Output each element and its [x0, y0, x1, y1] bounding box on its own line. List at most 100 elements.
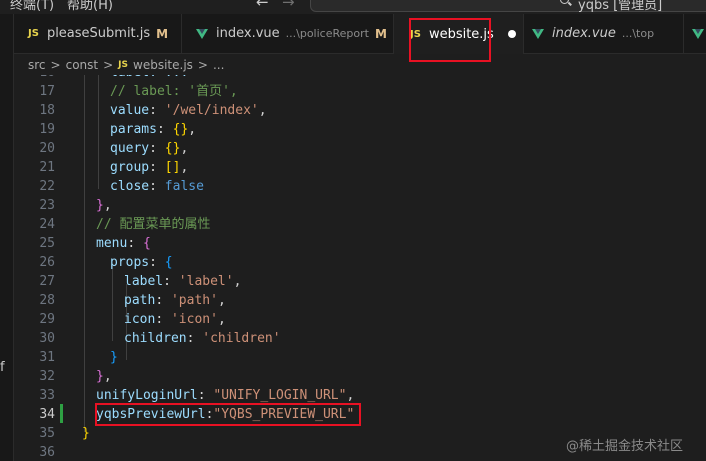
line-number: 22: [39, 179, 55, 194]
tab-label: index.vue: [216, 26, 280, 41]
breadcrumb-item-file[interactable]: website.js: [133, 58, 193, 72]
editor-tab-bar: JS pleaseSubmit.js M index.vue ...\polic…: [14, 14, 706, 54]
code-token: :: [127, 236, 143, 251]
line-number: 23: [39, 198, 55, 213]
unsaved-dot-icon[interactable]: [507, 30, 516, 38]
code-token: close: [110, 179, 150, 194]
code-token: {: [142, 236, 151, 251]
breadcrumb-item-src[interactable]: src: [28, 58, 46, 72]
code-token: 'label': [178, 274, 234, 289]
code-token: :: [186, 331, 203, 346]
code-line[interactable]: 17 // label: '首页',: [14, 82, 706, 101]
line-number: 25: [39, 236, 55, 251]
line-number: 17: [39, 84, 55, 99]
code-line[interactable]: 24 // 配置菜单的属性: [14, 215, 706, 234]
code-line[interactable]: 16 label: ...: [14, 75, 706, 82]
code-token: :: [197, 388, 214, 403]
tab-index-vue-top[interactable]: index.vue ...\top: [524, 14, 684, 53]
code-token: ,: [258, 103, 267, 118]
watermark: @稀土掘金技术社区: [566, 439, 684, 454]
code-line[interactable]: 28 path: 'path',: [14, 291, 706, 310]
code-token: :: [155, 312, 171, 327]
code-line[interactable]: 20 query: {},: [14, 139, 706, 158]
code-text: icon: 'icon',: [124, 310, 226, 329]
line-number: 27: [39, 274, 55, 289]
code-text: menu: {: [96, 234, 151, 253]
code-token: 'children': [202, 331, 281, 346]
code-token: ,: [103, 369, 112, 384]
line-number: 18: [39, 103, 55, 118]
code-text: label: ...: [110, 75, 188, 82]
menu-help[interactable]: 帮助(H): [67, 0, 113, 13]
line-number: 29: [39, 312, 55, 327]
code-text: props: {: [110, 253, 173, 272]
code-token: :: [155, 293, 171, 308]
code-token: ,: [180, 160, 189, 175]
annotation-box-line: [95, 403, 361, 426]
line-number: 19: [39, 122, 55, 137]
code-token: props: [110, 255, 150, 270]
code-token: label: ...: [110, 75, 188, 80]
vue-file-icon: [196, 28, 208, 39]
code-token: 'path': [170, 293, 218, 308]
code-token: :: [149, 141, 165, 156]
code-token: {}: [172, 122, 189, 137]
title-bar: 终端(T) 帮助(H) ← → yqbs [管理员]: [0, 0, 706, 14]
code-line[interactable]: 30 children: 'children': [14, 329, 706, 348]
line-number: 21: [39, 160, 55, 175]
code-line[interactable]: 25 menu: {: [14, 234, 706, 253]
vue-file-icon: [532, 28, 544, 39]
code-token: }: [96, 198, 104, 213]
line-number: 16: [14, 75, 55, 82]
tab-path: ...\policeReport: [285, 27, 369, 40]
line-number: 26: [39, 255, 55, 270]
tab-index-vue-policereport[interactable]: index.vue ...\policeReport M: [182, 14, 394, 53]
code-line[interactable]: 27 label: 'label',: [14, 272, 706, 291]
tab-label: pleaseSubmit.js: [46, 26, 151, 41]
breadcrumb: src > const > JS website.js > ...: [14, 54, 706, 75]
tab-pleasesubmit-js[interactable]: JS pleaseSubmit.js M: [14, 14, 182, 53]
code-token: ,: [180, 141, 189, 156]
forward-arrow-icon[interactable]: →: [282, 0, 295, 11]
code-text: path: 'path',: [124, 291, 226, 310]
code-token: false: [164, 179, 204, 194]
tab-path: ...\top: [621, 27, 655, 40]
modified-badge: M: [156, 26, 169, 41]
line-number: 36: [39, 445, 55, 460]
line-number: 35: [39, 426, 55, 441]
code-text: // label: '首页',: [110, 82, 238, 101]
line-number: 24: [39, 217, 55, 232]
code-text: group: [],: [110, 158, 188, 177]
code-line[interactable]: 18 value: '/wel/index',: [14, 101, 706, 120]
line-number: 33: [39, 388, 55, 403]
code-token: ,: [103, 198, 112, 213]
tab-overflow-vue[interactable]: vu: [684, 14, 706, 53]
code-line[interactable]: 26 props: {: [14, 253, 706, 272]
code-line[interactable]: 19 params: {},: [14, 120, 706, 139]
back-arrow-icon[interactable]: ←: [256, 0, 269, 11]
code-line[interactable]: 31}: [14, 348, 706, 367]
code-token: ,: [233, 274, 242, 289]
line-number: 32: [39, 369, 55, 384]
code-token: menu: [96, 236, 128, 251]
code-token: icon: [124, 312, 156, 327]
breadcrumb-item-const[interactable]: const: [66, 58, 99, 72]
code-line[interactable]: 22 close: false: [14, 177, 706, 196]
code-token: ,: [217, 312, 226, 327]
line-number: 20: [39, 141, 55, 156]
code-line[interactable]: 23},: [14, 196, 706, 215]
breadcrumb-item-symbol[interactable]: ...: [213, 58, 224, 72]
code-token: unifyLoginUrl: [96, 388, 198, 403]
code-line[interactable]: 21 group: [],: [14, 158, 706, 177]
code-line[interactable]: 29 icon: 'icon',: [14, 310, 706, 329]
code-token: :: [149, 179, 165, 194]
code-token: {: [164, 255, 173, 270]
code-token: label: [124, 274, 164, 289]
code-token: children: [124, 331, 187, 346]
chevron-right-icon: >: [197, 57, 208, 72]
code-token: // 配置菜单的属性: [96, 217, 211, 232]
code-token: :: [149, 160, 165, 175]
code-line[interactable]: 32},: [14, 367, 706, 386]
vue-file-icon: [692, 28, 704, 39]
menu-terminal[interactable]: 终端(T): [10, 0, 54, 13]
